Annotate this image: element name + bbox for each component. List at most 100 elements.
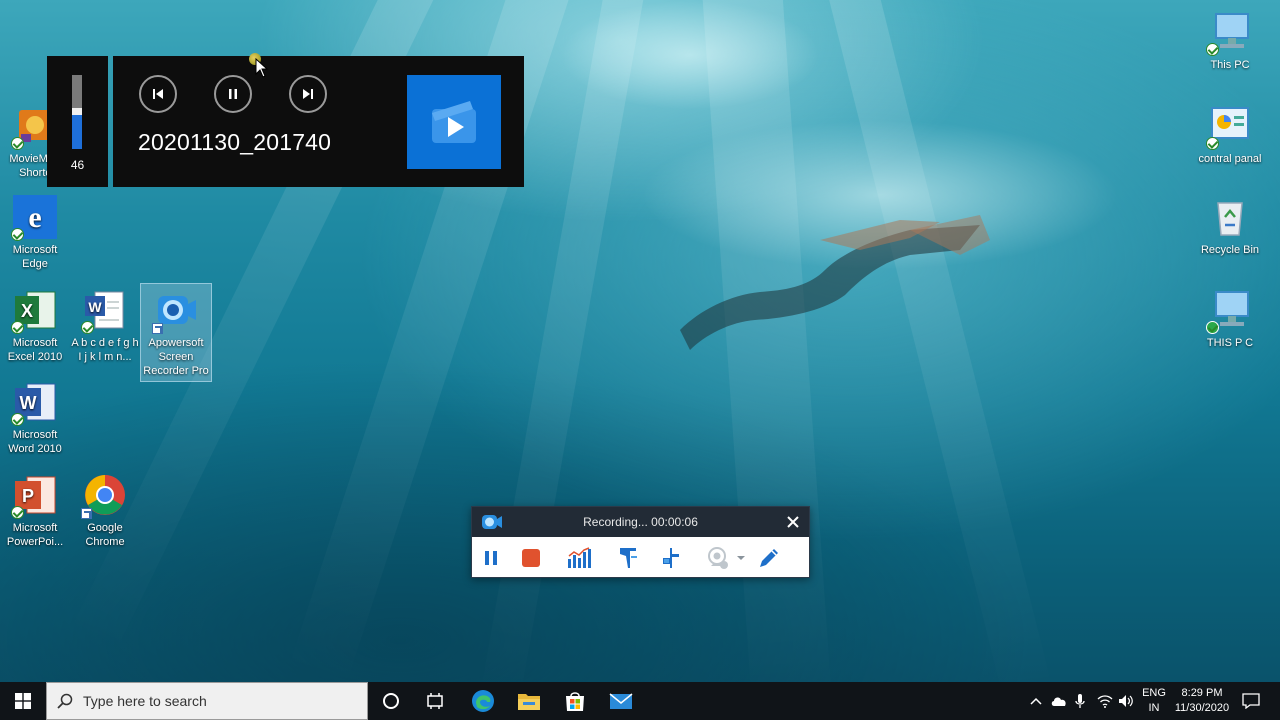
word-icon: W — [11, 380, 57, 426]
desktop-icon-edge[interactable]: e Microsoft Edge — [0, 195, 70, 271]
computer-icon — [1206, 288, 1252, 334]
pause-icon — [229, 89, 237, 99]
pause-icon — [485, 551, 497, 565]
word-document-icon: W — [81, 288, 127, 334]
wifi-icon — [1097, 695, 1113, 708]
desktop-icon-recycle-bin[interactable]: Recycle Bin — [1195, 195, 1265, 257]
volume-button[interactable] — [1116, 682, 1136, 720]
desktop-icon-this-pc[interactable]: This PC — [1195, 10, 1265, 72]
desktop-icon-powerpoint[interactable]: P Microsoft PowerPoi... — [0, 473, 70, 549]
taskbar-search-box[interactable] — [46, 682, 368, 720]
chevron-down-icon — [737, 556, 745, 560]
svg-text:X: X — [21, 301, 33, 321]
svg-text:W: W — [20, 393, 37, 413]
cortana-icon — [383, 693, 399, 709]
onedrive-button[interactable] — [1048, 682, 1070, 720]
webcam-button[interactable] — [704, 545, 730, 571]
volume-slider[interactable] — [72, 75, 82, 149]
pen-tool-button[interactable] — [756, 545, 782, 571]
cloud-icon — [1051, 697, 1066, 706]
edge-icon — [472, 690, 494, 712]
excel-icon: X — [11, 288, 57, 334]
task-view-button[interactable] — [412, 682, 458, 720]
recorder-toolbar: Recording... 00:00:06 — [471, 506, 810, 578]
pin-icon — [620, 548, 637, 568]
taskbar: ENG IN 8:29 PM 11/30/2020 — [0, 682, 1280, 720]
webcam-dropdown-button[interactable] — [734, 545, 748, 571]
speaker-icon — [1119, 695, 1133, 707]
start-button[interactable] — [0, 682, 46, 720]
stop-recording-button[interactable] — [518, 545, 544, 571]
pin-alt-button[interactable] — [658, 545, 684, 571]
desktop-icon-chrome[interactable]: Google Chrome — [70, 473, 140, 549]
pen-icon — [760, 549, 778, 567]
diver-silhouette — [680, 215, 990, 350]
desktop-icon-word[interactable]: W Microsoft Word 2010 — [0, 380, 70, 456]
chrome-icon — [81, 473, 127, 519]
clock-date: 11/30/2020 — [1174, 702, 1230, 714]
svg-text:W: W — [88, 299, 102, 315]
next-track-icon — [303, 89, 313, 99]
edge-icon: e — [11, 195, 57, 241]
recorder-header[interactable]: Recording... 00:00:06 — [472, 507, 809, 537]
chevron-up-icon — [1030, 697, 1042, 705]
task-view-icon — [427, 693, 443, 709]
pause-recording-button[interactable] — [478, 545, 504, 571]
input-language-button[interactable]: ENG IN — [1138, 682, 1170, 720]
next-track-button[interactable] — [289, 75, 327, 113]
desktop-icon-word-document[interactable]: W A b c d e f g h I j k l m n... — [70, 288, 140, 364]
svg-text:e: e — [28, 201, 41, 234]
computer-icon — [1206, 10, 1252, 56]
recycle-bin-icon — [1208, 195, 1252, 239]
powerpoint-icon: P — [11, 473, 57, 519]
water-surface-foam — [560, 0, 820, 110]
mail-icon — [609, 693, 633, 709]
windows-logo-icon — [15, 693, 31, 709]
previous-track-icon — [153, 89, 163, 99]
audio-levels-icon — [568, 547, 591, 568]
cortana-button[interactable] — [368, 682, 414, 720]
desktop-icon-this-pc-2[interactable]: THIS P C — [1195, 288, 1265, 350]
media-transport-controls: 20201130_201740 — [113, 56, 524, 187]
svg-text:P: P — [22, 486, 34, 506]
microsoft-store-button[interactable] — [552, 682, 598, 720]
taskbar-edge-button[interactable] — [460, 682, 506, 720]
desktop-icon-control-panel[interactable]: contral panal — [1195, 104, 1265, 166]
microphone-button[interactable] — [1070, 682, 1090, 720]
search-input[interactable] — [83, 683, 363, 719]
recorder-tools — [472, 537, 809, 578]
action-center-button[interactable] — [1236, 682, 1266, 720]
clock[interactable]: 8:29 PM 11/30/2020 — [1170, 682, 1234, 720]
notification-icon — [1242, 693, 1260, 709]
store-icon — [566, 692, 584, 711]
pin-button[interactable] — [615, 545, 641, 571]
microphone-icon — [1075, 694, 1085, 708]
wifi-button[interactable] — [1094, 682, 1116, 720]
volume-level-fill — [72, 115, 82, 149]
language-code: ENG — [1142, 687, 1166, 699]
pause-button[interactable] — [214, 75, 252, 113]
search-icon — [57, 693, 73, 709]
media-app-thumbnail[interactable] — [407, 75, 501, 169]
media-title: 20201130_201740 — [138, 129, 332, 155]
close-icon[interactable] — [785, 514, 801, 530]
audio-levels-button[interactable] — [567, 545, 593, 571]
previous-track-button[interactable] — [139, 75, 177, 113]
volume-value: 46 — [70, 158, 85, 172]
stop-icon — [522, 549, 540, 567]
recording-status: Recording... 00:00:06 — [583, 515, 698, 529]
mail-button[interactable] — [598, 682, 644, 720]
show-hidden-icons-button[interactable] — [1026, 682, 1046, 720]
control-panel-icon — [1206, 104, 1252, 150]
mouse-pointer-icon — [255, 58, 269, 78]
folder-icon — [518, 694, 540, 710]
apowersoft-recorder-icon — [152, 288, 198, 334]
clock-time: 8:29 PM — [1181, 687, 1223, 699]
video-player-icon — [432, 101, 476, 143]
volume-slider-thumb[interactable] — [72, 108, 82, 115]
file-explorer-button[interactable] — [506, 682, 552, 720]
webcam-icon — [708, 547, 728, 569]
desktop-icon-excel[interactable]: X Microsoft Excel 2010 — [0, 288, 70, 364]
desktop-icon-apowersoft[interactable]: Apowersoft Screen Recorder Pro — [140, 283, 212, 382]
pin-alt-icon — [663, 548, 679, 568]
